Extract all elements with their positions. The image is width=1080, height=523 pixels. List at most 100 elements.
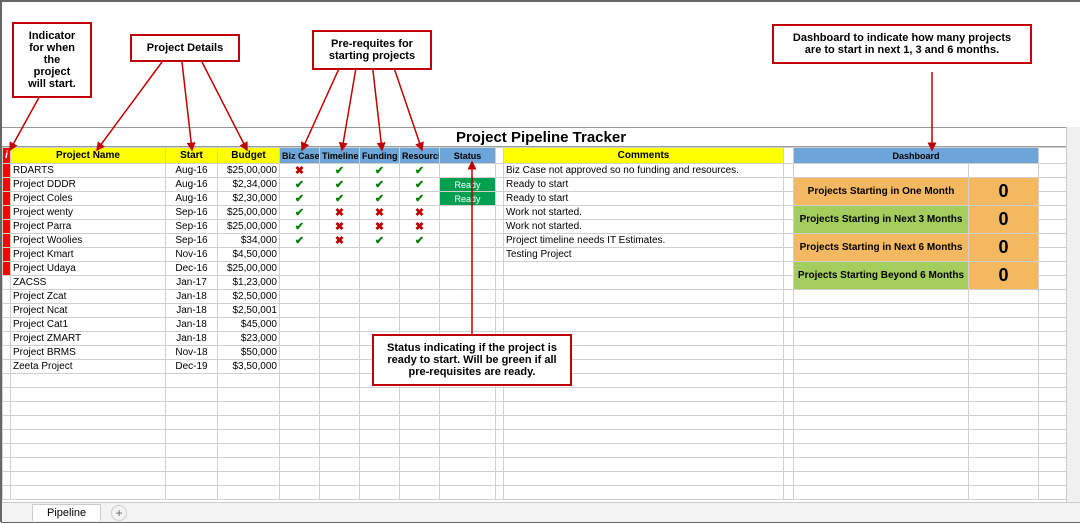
indicator-cell[interactable] [3, 192, 11, 206]
cell-start[interactable]: Jan-18 [166, 318, 218, 332]
indicator-cell[interactable] [3, 220, 11, 234]
cell-comment[interactable] [504, 318, 784, 332]
status-ready[interactable]: Ready [440, 192, 496, 206]
table-row[interactable]: Project WooliesSep-16$34,000✔✖✔✔Project … [3, 234, 1080, 248]
table-row[interactable] [3, 444, 1080, 458]
indicator-cell[interactable] [3, 206, 11, 220]
cell-budget[interactable]: $45,000 [218, 318, 280, 332]
cell-project-name[interactable]: Zeeta Project [11, 360, 166, 374]
indicator-cell[interactable] [3, 290, 11, 304]
indicator-cell[interactable] [3, 248, 11, 262]
hdr-comments[interactable]: Comments [504, 148, 784, 164]
hdr-status[interactable]: Status [440, 148, 496, 164]
indicator-cell[interactable] [3, 234, 11, 248]
cell-project-name[interactable]: Project Ncat [11, 304, 166, 318]
status-ready[interactable]: Ready [440, 178, 496, 192]
table-row[interactable]: Project NcatJan-18$2,50,001 [3, 304, 1080, 318]
cell-start[interactable]: Aug-16 [166, 164, 218, 178]
cell-budget[interactable]: $1,23,000 [218, 276, 280, 290]
indicator-cell[interactable] [3, 262, 11, 276]
indicator-cell[interactable] [3, 304, 11, 318]
indicator-cell[interactable] [3, 178, 11, 192]
indicator-cell[interactable] [3, 332, 11, 346]
cell-budget[interactable]: $23,000 [218, 332, 280, 346]
table-row[interactable]: Project wentySep-16$25,00,000✔✖✖✖Work no… [3, 206, 1080, 220]
cell-project-name[interactable]: Project wenty [11, 206, 166, 220]
cell-start[interactable]: Sep-16 [166, 234, 218, 248]
cell-budget[interactable]: $2,34,000 [218, 178, 280, 192]
table-row[interactable] [3, 486, 1080, 500]
cell-start[interactable]: Dec-16 [166, 262, 218, 276]
table-row[interactable]: Project ZcatJan-18$2,50,000 [3, 290, 1080, 304]
cell-budget[interactable]: $25,00,000 [218, 262, 280, 276]
cell-comment[interactable] [504, 290, 784, 304]
table-row[interactable] [3, 416, 1080, 430]
cell-comment[interactable]: Work not started. [504, 220, 784, 234]
indicator-cell[interactable] [3, 360, 11, 374]
cell-start[interactable]: Sep-16 [166, 206, 218, 220]
cell-project-name[interactable]: RDARTS [11, 164, 166, 178]
cell-project-name[interactable]: Project Udaya [11, 262, 166, 276]
cell-comment[interactable] [504, 262, 784, 276]
cell-budget[interactable]: $34,000 [218, 234, 280, 248]
cell-budget[interactable]: $25,00,000 [218, 164, 280, 178]
table-row[interactable] [3, 388, 1080, 402]
add-sheet-button[interactable]: + [111, 505, 127, 521]
indicator-cell[interactable] [3, 276, 11, 290]
hdr-resourcing[interactable]: Resourcing [400, 148, 440, 164]
cell-start[interactable]: Dec-19 [166, 360, 218, 374]
cell-project-name[interactable]: Project ZMART [11, 332, 166, 346]
hdr-funding[interactable]: Funding [360, 148, 400, 164]
cell-budget[interactable]: $4,50,000 [218, 248, 280, 262]
cell-comment[interactable]: Ready to start [504, 192, 784, 206]
table-row[interactable] [3, 430, 1080, 444]
hdr-bizcase[interactable]: Biz Case [280, 148, 320, 164]
indicator-cell[interactable] [3, 164, 11, 178]
cell-budget[interactable]: $2,50,001 [218, 304, 280, 318]
cell-project-name[interactable]: Project DDDR [11, 178, 166, 192]
table-row[interactable]: Project Cat1Jan-18$45,000 [3, 318, 1080, 332]
cell-start[interactable]: Jan-17 [166, 276, 218, 290]
cell-project-name[interactable]: Project Zcat [11, 290, 166, 304]
cell-project-name[interactable]: Project Kmart [11, 248, 166, 262]
pipeline-table[interactable]: i Project Name Start Budget Biz Case Tim… [2, 147, 1080, 500]
table-row[interactable] [3, 472, 1080, 486]
cell-start[interactable]: Nov-16 [166, 248, 218, 262]
vertical-scrollbar[interactable] [1066, 127, 1080, 502]
cell-budget[interactable]: $25,00,000 [218, 206, 280, 220]
hdr-start[interactable]: Start [166, 148, 218, 164]
table-row[interactable]: Project DDDRAug-16$2,34,000✔✔✔✔ReadyRead… [3, 178, 1080, 192]
hdr-indicator[interactable]: i [3, 148, 11, 164]
cell-start[interactable]: Sep-16 [166, 220, 218, 234]
tab-pipeline[interactable]: Pipeline [32, 504, 101, 521]
cell-comment[interactable]: Biz Case not approved so no funding and … [504, 164, 784, 178]
indicator-cell[interactable] [3, 318, 11, 332]
cell-budget[interactable]: $3,50,000 [218, 360, 280, 374]
cell-comment[interactable]: Project timeline needs IT Estimates. [504, 234, 784, 248]
cell-start[interactable]: Jan-18 [166, 304, 218, 318]
cell-start[interactable]: Jan-18 [166, 290, 218, 304]
table-row[interactable]: RDARTSAug-16$25,00,000✖✔✔✔Biz Case not a… [3, 164, 1080, 178]
cell-budget[interactable]: $2,50,000 [218, 290, 280, 304]
cell-project-name[interactable]: ZACSS [11, 276, 166, 290]
cell-project-name[interactable]: Project Coles [11, 192, 166, 206]
cell-project-name[interactable]: Project Parra [11, 220, 166, 234]
hdr-budget[interactable]: Budget [218, 148, 280, 164]
cell-budget[interactable]: $2,30,000 [218, 192, 280, 206]
cell-comment[interactable]: Testing Project [504, 248, 784, 262]
cell-comment[interactable]: Ready to start [504, 178, 784, 192]
cell-project-name[interactable]: Project Woolies [11, 234, 166, 248]
cell-project-name[interactable]: Project BRMS [11, 346, 166, 360]
hdr-dashboard[interactable]: Dashboard [794, 148, 1039, 164]
cell-comment[interactable]: Work not started. [504, 206, 784, 220]
hdr-project-name[interactable]: Project Name [11, 148, 166, 164]
hdr-timeline[interactable]: Timeline [320, 148, 360, 164]
indicator-cell[interactable] [3, 346, 11, 360]
cell-budget[interactable]: $25,00,000 [218, 220, 280, 234]
cell-start[interactable]: Jan-18 [166, 332, 218, 346]
cell-start[interactable]: Nov-18 [166, 346, 218, 360]
table-row[interactable] [3, 458, 1080, 472]
cell-budget[interactable]: $50,000 [218, 346, 280, 360]
cell-project-name[interactable]: Project Cat1 [11, 318, 166, 332]
cell-start[interactable]: Aug-16 [166, 192, 218, 206]
